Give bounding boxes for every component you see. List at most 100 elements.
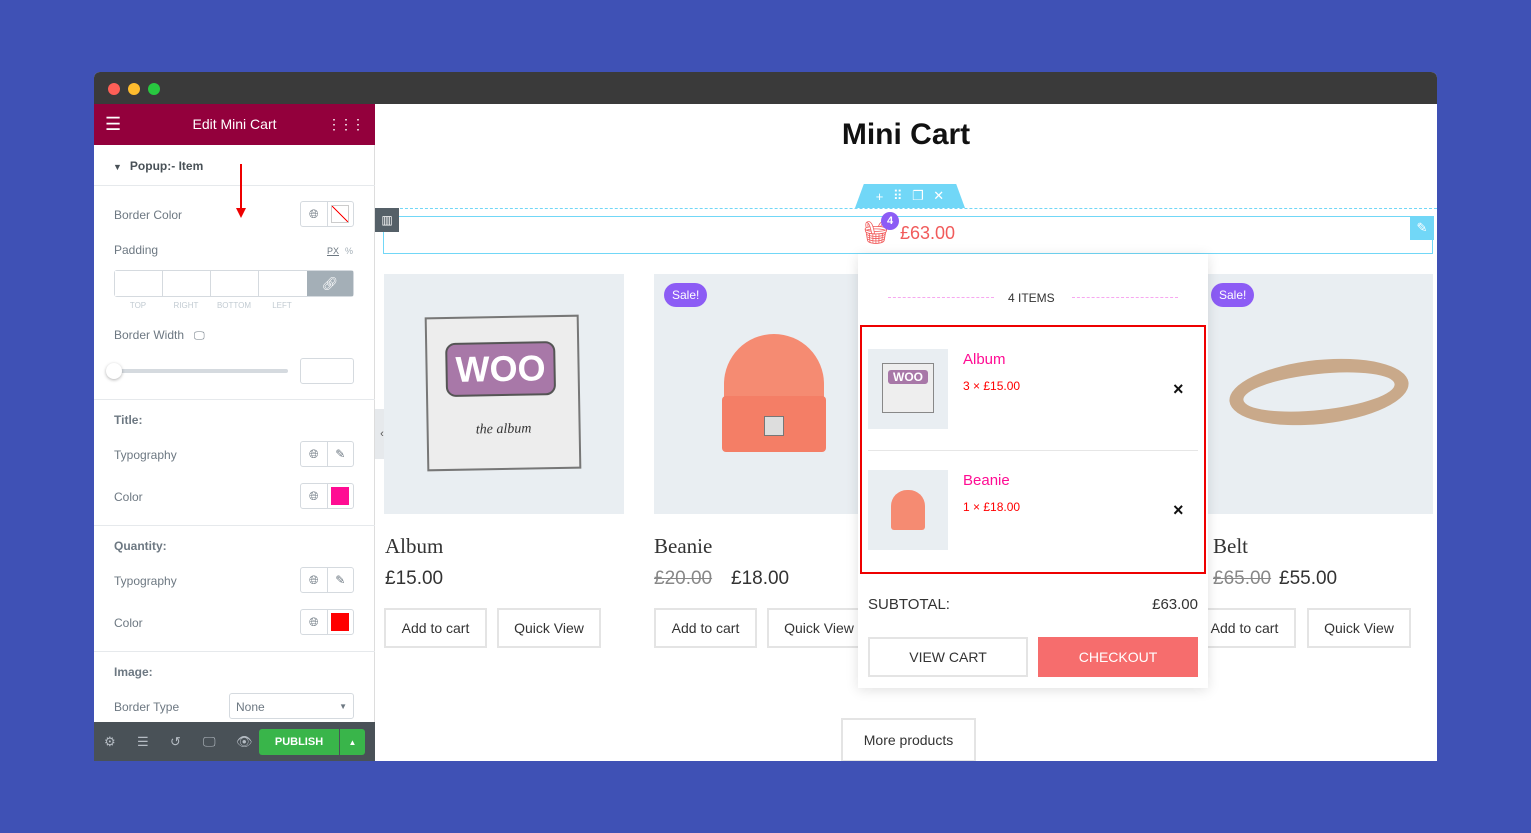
product-price: £15.00 [385, 568, 444, 589]
delete-icon[interactable]: ✕ [933, 188, 944, 204]
globe-icon[interactable]: 🌐︎ [301, 610, 327, 634]
border-width-label: Border Width [114, 328, 185, 342]
title-typography-label: Typography [114, 448, 177, 462]
quantity-color-control[interactable]: 🌐︎ [300, 609, 354, 635]
subtotal-value: £63.00 [1152, 596, 1198, 613]
page-canvas: Mini Cart + ⠿ ❐ ✕ ▥ ✎ ‹ 🧺︎ £63.00 4 WOO the… [375, 104, 1437, 761]
unit-px[interactable]: PX [327, 246, 339, 256]
product-name[interactable]: Album [385, 534, 443, 559]
more-products-button[interactable]: More products [841, 718, 976, 761]
product-image-belt[interactable] [1193, 274, 1433, 514]
padding-top-input[interactable] [115, 271, 163, 296]
padding-right-input[interactable] [163, 271, 211, 296]
divider [94, 525, 375, 526]
maximize-dot[interactable] [148, 83, 160, 95]
quantity-color-label: Color [114, 616, 143, 630]
padding-inputs: 🔗︎ [114, 270, 354, 297]
section-outline [375, 208, 1437, 209]
remove-item-icon[interactable]: × [1173, 379, 1184, 400]
title-color-control[interactable]: 🌐︎ [300, 483, 354, 509]
item-divider [868, 450, 1198, 451]
border-type-value: None [236, 700, 265, 714]
responsive-icon[interactable]: 🖵︎ [203, 734, 216, 750]
cart-item-name[interactable]: Album [963, 351, 1006, 368]
globe-icon[interactable]: 🌐︎ [301, 484, 327, 508]
edit-widget-pencil-icon[interactable]: ✎ [1410, 216, 1434, 240]
link-icon[interactable]: 🔗︎ [307, 271, 353, 296]
column-handle[interactable]: ▥ [375, 208, 399, 232]
product-name[interactable]: Belt [1213, 534, 1248, 559]
menu-icon[interactable]: ☰ [105, 104, 121, 145]
padding-label: Padding [114, 243, 159, 257]
sidebar-footer: ⚙ ☰ ↺ 🖵︎ 👁︎ PUBLISH ▲ [94, 722, 375, 761]
pencil-icon[interactable]: ✎ [326, 442, 354, 466]
border-type-label: Border Type [114, 700, 180, 714]
drag-icon[interactable]: ⠿ [893, 188, 903, 204]
quick-view-button[interactable]: Quick View [1307, 608, 1411, 648]
minimize-dot[interactable] [128, 83, 140, 95]
product-image-album[interactable]: WOO the album [384, 274, 624, 514]
arrow-head [236, 208, 246, 223]
product-old-price: £65.00 [1213, 568, 1272, 589]
belt-illustration [1226, 350, 1412, 434]
sale-badge: Sale! [664, 283, 708, 307]
unit-percent[interactable]: % [345, 246, 353, 256]
divider-line [1072, 297, 1178, 298]
mini-cart-toggle[interactable]: 🧺︎ £63.00 [862, 220, 955, 246]
cart-item-name[interactable]: Beanie [963, 472, 1010, 489]
cart-item-thumb-album[interactable]: WOO [868, 349, 948, 429]
layers-icon[interactable]: ☰ [137, 734, 149, 750]
quick-view-button[interactable]: Quick View [767, 608, 871, 648]
publish-button[interactable]: PUBLISH [259, 729, 339, 755]
quick-view-button[interactable]: Quick View [497, 608, 601, 648]
border-color-label: Border Color [114, 208, 183, 222]
section-toggle[interactable]: ▼ Popup:- Item [113, 159, 203, 173]
browser-window: ☰ Edit Mini Cart ⋮⋮⋮ ▼ Popup:- Item Borde… [94, 72, 1437, 761]
desktop-icon[interactable]: 🖵︎ [194, 330, 205, 342]
divider [94, 399, 375, 400]
globe-icon[interactable]: 🌐︎ [301, 568, 327, 592]
grid-icon[interactable]: ⋮⋮⋮ [327, 104, 365, 145]
duplicate-icon[interactable]: ❐ [912, 188, 924, 204]
sidebar-header: ☰ Edit Mini Cart ⋮⋮⋮ [94, 104, 375, 145]
add-to-cart-button[interactable]: Add to cart [654, 608, 757, 648]
side-left: LEFT [272, 301, 292, 310]
divider [94, 185, 375, 186]
view-cart-button[interactable]: VIEW CART [868, 637, 1028, 677]
close-dot[interactable] [108, 83, 120, 95]
cart-item-thumb-beanie[interactable] [868, 470, 948, 550]
padding-left-input[interactable] [259, 271, 307, 296]
border-width-input[interactable] [300, 358, 354, 384]
title-color-swatch[interactable] [331, 487, 350, 505]
side-top: TOP [129, 301, 147, 310]
settings-icon[interactable]: ⚙ [104, 734, 116, 750]
globe-icon[interactable]: 🌐︎ [301, 442, 327, 466]
side-right: RIGHT [173, 301, 199, 310]
title-typography-control[interactable]: 🌐︎ ✎ [300, 441, 354, 467]
border-width-slider[interactable] [114, 369, 288, 373]
editor-sidebar: ☰ Edit Mini Cart ⋮⋮⋮ ▼ Popup:- Item Borde… [94, 104, 375, 761]
add-icon[interactable]: + [876, 189, 884, 204]
border-type-select[interactable]: None ▼ [229, 693, 354, 719]
title-color-label: Color [114, 490, 143, 504]
quantity-typography-control[interactable]: 🌐︎ ✎ [300, 567, 354, 593]
globe-icon[interactable]: 🌐︎ [301, 202, 327, 226]
cart-item-quantity: 3 × £15.00 [963, 379, 1021, 393]
album-subtitle: the album [475, 421, 532, 438]
publish-options-caret[interactable]: ▲ [340, 729, 365, 755]
add-to-cart-button[interactable]: Add to cart [384, 608, 487, 648]
padding-bottom-input[interactable] [211, 271, 259, 296]
color-swatch-empty[interactable] [326, 202, 354, 226]
album-artwork: WOO the album [424, 314, 582, 472]
add-to-cart-button[interactable]: Add to cart [1193, 608, 1296, 648]
history-icon[interactable]: ↺ [170, 734, 181, 750]
slider-handle[interactable] [106, 363, 122, 379]
product-name[interactable]: Beanie [654, 534, 712, 559]
preview-eye-icon[interactable]: 👁︎ [236, 734, 253, 750]
border-color-control[interactable]: 🌐︎ [300, 201, 354, 227]
checkout-button[interactable]: CHECKOUT [1038, 637, 1198, 677]
quantity-color-swatch[interactable] [331, 613, 350, 631]
pencil-icon[interactable]: ✎ [326, 568, 354, 592]
section-handle[interactable]: + ⠿ ❐ ✕ [855, 184, 965, 208]
remove-item-icon[interactable]: × [1173, 500, 1184, 521]
